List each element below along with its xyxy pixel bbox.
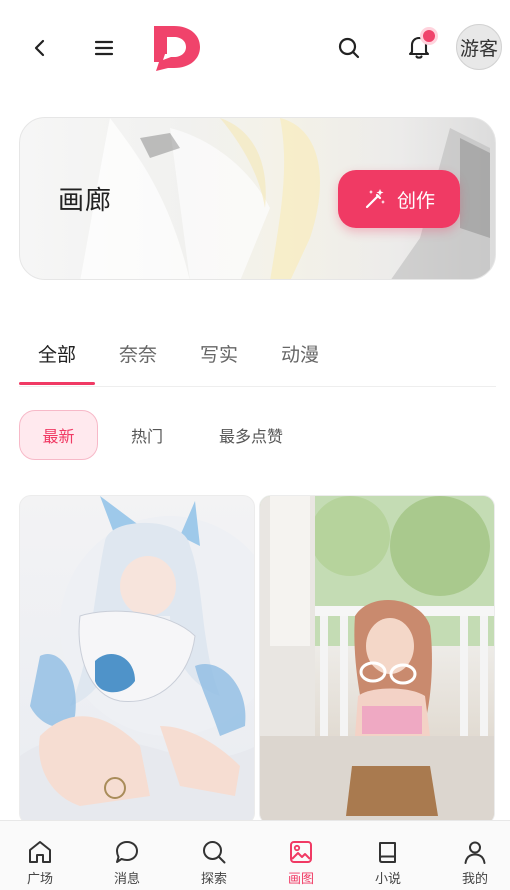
guest-label: 游客 — [459, 37, 498, 60]
nav-label-novel: 小说 — [374, 872, 401, 887]
notification-dot — [420, 27, 438, 45]
app-logo[interactable] — [150, 24, 202, 72]
anime-artwork-image — [20, 496, 254, 824]
bottom-navigation: 广场 消息 探索 画图 小说 我的 — [0, 820, 510, 890]
create-button[interactable]: 创作 — [338, 170, 460, 228]
photo-image — [260, 496, 494, 824]
menu-icon — [94, 40, 114, 56]
nav-messages[interactable]: 消息 — [97, 821, 157, 890]
search-button[interactable] — [332, 31, 366, 65]
sort-most-liked[interactable]: 最多点赞 — [201, 410, 301, 460]
category-tabs: 全部 奈奈 写实 动漫 — [19, 330, 496, 387]
nav-label-draw: 画图 — [287, 872, 314, 887]
menu-button[interactable] — [88, 32, 120, 64]
sort-options: 最新 热门 最多点赞 — [19, 410, 496, 460]
search-icon — [203, 841, 226, 864]
gallery-card[interactable] — [19, 495, 255, 825]
gallery-banner: 画廊 创作 — [19, 117, 496, 280]
guest-avatar[interactable]: 游客 — [456, 24, 502, 70]
image-icon — [290, 841, 312, 863]
gallery-card[interactable] — [259, 495, 495, 825]
nav-draw[interactable]: 画图 — [271, 821, 331, 890]
nav-label-mine: 我的 — [461, 872, 488, 887]
user-icon — [464, 841, 486, 864]
active-tab-indicator — [19, 382, 95, 385]
create-label: 创作 — [396, 189, 435, 212]
logo-icon — [154, 26, 200, 71]
magic-wand-icon — [365, 189, 385, 209]
tab-nainai[interactable]: 奈奈 — [119, 340, 157, 367]
nav-label-explore: 探索 — [200, 872, 227, 887]
home-icon — [29, 841, 51, 863]
banner-title: 画廊 — [58, 186, 113, 216]
nav-label-plaza: 广场 — [26, 872, 53, 887]
tab-all[interactable]: 全部 — [38, 340, 76, 367]
search-icon — [338, 37, 360, 59]
nav-plaza[interactable]: 广场 — [10, 821, 70, 890]
sort-hot[interactable]: 热门 — [107, 410, 187, 460]
chat-icon — [116, 841, 138, 863]
nav-label-messages: 消息 — [113, 872, 140, 887]
nav-mine[interactable]: 我的 — [445, 821, 505, 890]
top-bar: 游客 — [0, 0, 510, 95]
tab-anime[interactable]: 动漫 — [281, 340, 319, 367]
nav-novel[interactable]: 小说 — [358, 821, 418, 890]
back-icon — [34, 39, 45, 57]
nav-explore[interactable]: 探索 — [184, 821, 244, 890]
sort-latest[interactable]: 最新 — [19, 410, 98, 460]
tab-realistic[interactable]: 写实 — [200, 340, 238, 367]
back-button[interactable] — [24, 32, 56, 64]
book-icon — [379, 842, 396, 863]
